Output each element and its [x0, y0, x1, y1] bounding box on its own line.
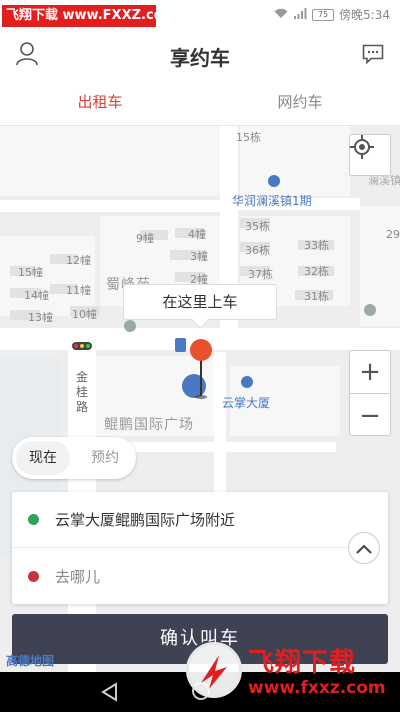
pickup-tip: 在这里上车	[123, 284, 277, 320]
map-label-building: 9幢	[136, 232, 154, 245]
pickup-address: 云掌大厦鲲鹏国际广场附近	[55, 511, 236, 529]
tab-taxi[interactable]: 出租车	[0, 78, 200, 125]
battery-icon: 75	[312, 8, 335, 21]
toggle-reserve[interactable]: 预约	[78, 441, 132, 475]
map-pin-icon	[188, 338, 214, 400]
map-label-building: 33栋	[304, 239, 329, 252]
ride-type-tabs: 出租车 网约车	[0, 78, 400, 126]
page-title: 享约车	[170, 46, 230, 70]
destination-row[interactable]: 去哪儿	[12, 548, 388, 604]
map-label-plaza: 鲲鹏国际广场	[104, 417, 194, 433]
map-label-building: 32栋	[304, 265, 329, 278]
destination-placeholder: 去哪儿	[55, 567, 101, 586]
pickup-address-row[interactable]: 云掌大厦鲲鹏国际广场附近	[12, 492, 358, 548]
map-label-building: 35栋	[245, 220, 270, 233]
map-label-building: 3幢	[190, 250, 208, 263]
collapse-button[interactable]	[348, 532, 380, 564]
locate-button[interactable]	[349, 134, 391, 176]
map-brand-logo: 高德地图	[6, 654, 55, 668]
map-label-building: 31栋	[304, 290, 329, 303]
signal-icon	[293, 7, 307, 22]
map-label-building: 37栋	[248, 268, 273, 281]
watermark-top: 飞翔下载 www.FXXZ.com	[2, 5, 176, 27]
zoom-out-button[interactable]: −	[350, 394, 390, 437]
map-road-label: 金桂路	[76, 370, 89, 414]
chevron-up-icon	[356, 539, 372, 558]
tab-ride-hailing[interactable]: 网约车	[200, 78, 400, 125]
toggle-now[interactable]: 现在	[16, 441, 70, 475]
map-label-building: 10幢	[72, 308, 97, 321]
map-poi-huarun: 华润澜溪镇1期	[232, 194, 312, 208]
status-bar: 飞翔下载 www.FXXZ.com 75 傍晚5:34	[0, 0, 400, 30]
map-label-building: 11幢	[66, 284, 91, 297]
app-header: 享约车	[0, 30, 400, 78]
map-label-building: 14幢	[24, 289, 49, 302]
map-label-building: 12幢	[66, 254, 91, 267]
status-indicators: 75 傍晚5:34	[274, 6, 390, 23]
map-label-building: 36栋	[245, 244, 270, 257]
zoom-controls: + −	[349, 350, 391, 436]
time-toggle: 现在 预约	[12, 437, 136, 479]
wifi-icon	[274, 8, 288, 22]
watermark-logo-icon	[186, 642, 242, 698]
zoom-in-button[interactable]: +	[350, 351, 390, 394]
map-label-building: 15幢	[18, 266, 43, 279]
watermark-brand: 飞翔下载	[248, 648, 357, 678]
destination-dot-icon	[28, 570, 39, 582]
map-label-building: 15栋	[236, 131, 261, 144]
pickup-dot-icon	[28, 514, 39, 525]
map-poi-yunzhang: 云掌大厦	[222, 396, 271, 410]
watermark-bottom: 飞翔下载 www.fxxz.com	[186, 638, 396, 704]
map-label-building: 13幢	[28, 311, 53, 324]
watermark-url: www.fxxz.com	[248, 678, 386, 698]
map-label-building: 4幢	[188, 228, 206, 241]
map-label-building: 29	[386, 228, 400, 241]
message-icon[interactable]	[362, 44, 384, 65]
status-time: 傍晚5:34	[339, 8, 390, 22]
back-icon[interactable]	[100, 682, 120, 702]
address-card: 云掌大厦鲲鹏国际广场附近 去哪儿	[12, 492, 388, 604]
